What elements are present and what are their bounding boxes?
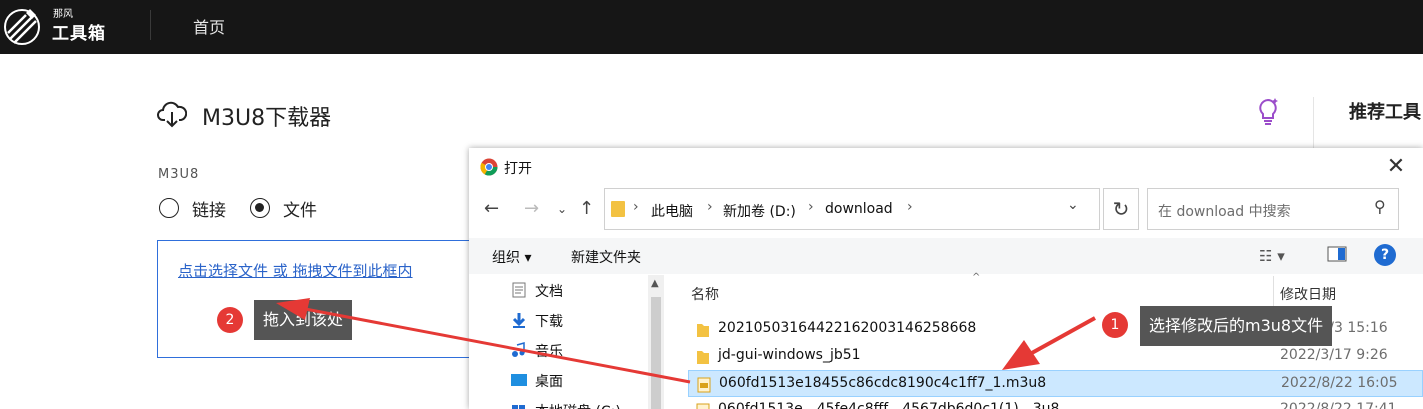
breadcrumb-separator-icon[interactable]: ›	[633, 199, 639, 215]
forward-arrow-icon[interactable]: →	[524, 198, 539, 219]
logo-subtitle: 那风	[53, 9, 73, 20]
recent-locations-chevron-icon[interactable]: ⌄	[557, 202, 567, 216]
search-placeholder: 在 download 中搜索	[1158, 204, 1291, 220]
m3u8-field-label: M3U8	[158, 167, 200, 182]
breadcrumb-separator-icon[interactable]: ›	[907, 199, 913, 215]
column-header-name[interactable]: 名称	[691, 284, 719, 304]
logo-title[interactable]: 工具箱	[52, 19, 106, 44]
back-arrow-icon[interactable]: ←	[484, 198, 499, 219]
file-row-selected[interactable]: 060fd1513e18455c86cdc8190c4c1ff7_1.m3u8 …	[688, 370, 1423, 397]
nav-item-desktop[interactable]: 桌面	[535, 371, 563, 391]
nav-item-documents[interactable]: 文档	[535, 281, 563, 301]
new-folder-button[interactable]: 新建文件夹	[571, 247, 641, 267]
column-header-modified[interactable]: 修改日期	[1280, 284, 1336, 304]
top-bar: 那风 工具箱 首页	[0, 0, 1423, 54]
address-dropdown-chevron-icon[interactable]: ⌄	[1067, 197, 1079, 213]
scrollbar-thumb[interactable]	[651, 297, 661, 409]
header-divider	[150, 10, 151, 40]
breadcrumb-separator-icon[interactable]: ›	[808, 199, 814, 215]
file-row[interactable]: 060fd1513e…45fe4c8fff…4567db6d0c1(1)…3u8…	[688, 397, 1423, 409]
address-bar[interactable]: › 此电脑 › 新加卷 (D:) › download › ⌄	[604, 188, 1100, 230]
m3u8-file-icon	[697, 377, 711, 393]
file-name: jd-gui-windows_jb51	[718, 347, 861, 363]
folder-icon	[611, 201, 625, 217]
file-name: 20210503164422162003146258668	[718, 320, 977, 336]
annotation-drag-here: 拖入到该处	[254, 300, 353, 340]
column-divider[interactable]	[1273, 276, 1274, 306]
file-name: 060fd1513e18455c86cdc8190c4c1ff7_1.m3u8	[719, 375, 1047, 391]
sort-ascending-icon: ^	[972, 272, 981, 283]
close-icon[interactable]: ✕	[1381, 154, 1411, 180]
organize-label: 组织	[492, 250, 520, 266]
up-arrow-icon[interactable]: ↑	[579, 198, 594, 219]
file-name: 060fd1513e…45fe4c8fff…4567db6d0c1(1)…3u8	[718, 401, 1060, 409]
radio-file[interactable]	[250, 198, 270, 218]
breadcrumb-this-pc[interactable]: 此电脑	[651, 201, 693, 221]
documents-icon	[512, 282, 526, 298]
folder-icon	[697, 324, 709, 337]
nav-pane-scrollbar[interactable]: ▲	[648, 275, 664, 409]
file-date: 2022/8/22 17:41	[1280, 401, 1397, 409]
downloads-icon	[512, 313, 526, 328]
music-icon	[512, 342, 525, 357]
chrome-icon	[480, 158, 498, 176]
breadcrumb-separator-icon[interactable]: ›	[707, 199, 713, 215]
dialog-toolbar: 组织 ▾ 新建文件夹 ☷ ▾ ?	[469, 238, 1423, 274]
page-title: M3U8下载器	[202, 106, 332, 131]
file-open-dialog: 打开 ✕ ← → ⌄ ↑ › 此电脑 › 新加卷 (D:) › download…	[469, 148, 1423, 409]
search-icon[interactable]: ⚲	[1374, 197, 1386, 216]
radio-file-label[interactable]: 文件	[283, 196, 317, 221]
disk-icon	[512, 405, 525, 409]
dialog-title: 打开	[504, 161, 532, 177]
folder-icon	[697, 351, 709, 364]
m3u8-file-icon	[696, 403, 710, 409]
refresh-icon[interactable]: ↻	[1103, 188, 1139, 230]
nav-item-music[interactable]: 音乐	[535, 341, 563, 361]
nav-item-downloads[interactable]: 下载	[535, 311, 563, 331]
desktop-icon	[511, 374, 527, 386]
lightbulb-icon[interactable]	[1255, 96, 1281, 126]
step-badge-2: 2	[217, 307, 243, 333]
preview-pane-icon[interactable]	[1327, 246, 1347, 266]
radio-link-label[interactable]: 链接	[192, 196, 226, 221]
organize-menu[interactable]: 组织 ▾	[492, 247, 531, 267]
annotation-select-file: 选择修改后的m3u8文件	[1140, 306, 1333, 346]
search-box[interactable]: 在 download 中搜索 ⚲	[1147, 188, 1399, 230]
scroll-up-icon[interactable]: ▲	[651, 278, 659, 289]
nav-item-local-disk-c[interactable]: 本地磁盘 (C:)	[535, 401, 621, 409]
dropzone-select-link[interactable]: 点击选择文件 或 拖拽文件到此框内	[178, 260, 413, 281]
navigation-pane: 文档 下载 音乐 桌面 本地磁盘 (C:)	[469, 274, 665, 409]
file-date: 2022/8/22 16:05	[1281, 375, 1398, 391]
file-dropzone[interactable]	[157, 240, 497, 358]
cloud-download-icon	[157, 101, 187, 128]
help-icon[interactable]: ?	[1374, 244, 1396, 266]
toolbox-logo-icon[interactable]	[0, 3, 48, 51]
breadcrumb-download[interactable]: download	[825, 201, 893, 217]
recommended-tools-title: 推荐工具	[1349, 102, 1421, 123]
breadcrumb-drive-d[interactable]: 新加卷 (D:)	[723, 201, 796, 221]
step-badge-1: 1	[1102, 312, 1128, 338]
file-date: 2022/3/17 9:26	[1280, 347, 1388, 363]
file-row[interactable]: jd-gui-windows_jb51 2022/3/17 9:26	[688, 343, 1423, 370]
radio-link[interactable]	[159, 198, 179, 218]
view-options-icon[interactable]: ☷ ▾	[1259, 247, 1285, 265]
nav-home-link[interactable]: 首页	[193, 14, 225, 38]
